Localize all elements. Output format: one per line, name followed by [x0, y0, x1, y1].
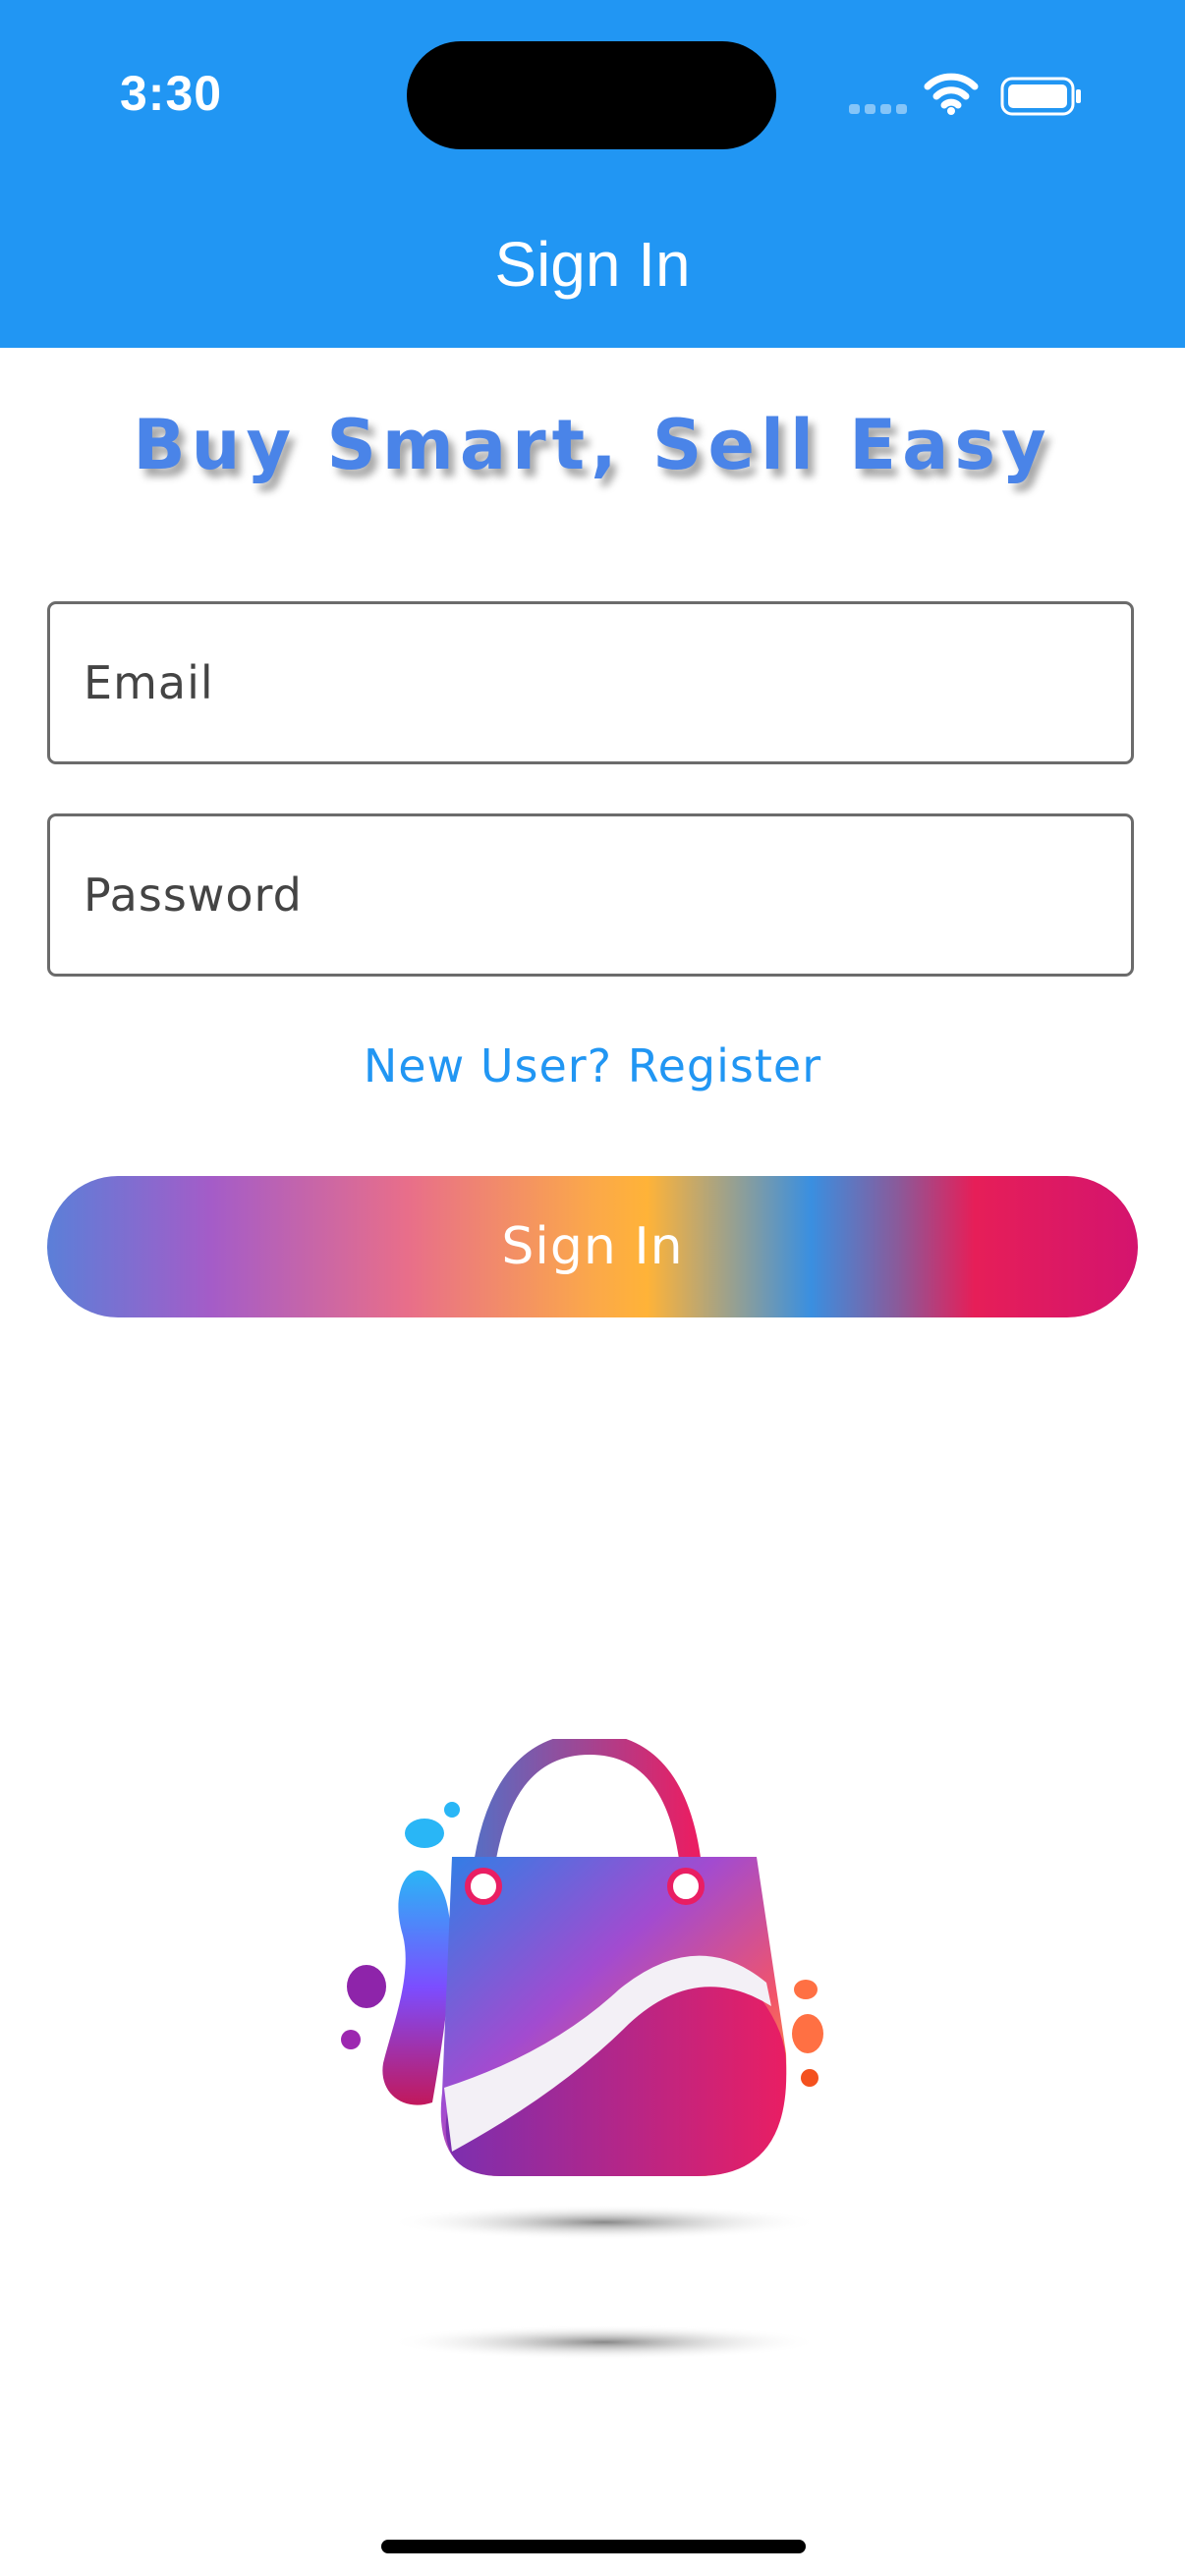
register-link[interactable]: New User? Register [0, 1039, 1185, 1092]
tagline: Buy Smart, Sell Easy [133, 405, 1052, 485]
email-field[interactable] [47, 601, 1134, 764]
status-time: 3:30 [120, 66, 223, 121]
home-indicator [381, 2540, 806, 2553]
app-bar: 3:30 Sign In [0, 0, 1185, 348]
shopping-bag-logo [341, 1739, 823, 2360]
wifi-icon [924, 73, 979, 115]
battery-icon [1000, 77, 1081, 116]
cellular-signal-icon [849, 104, 908, 114]
email-input[interactable] [50, 604, 1131, 761]
password-field[interactable] [47, 813, 1134, 977]
page-title: Sign In [494, 229, 691, 300]
password-input[interactable] [50, 816, 1131, 974]
sign-in-button[interactable]: Sign In [47, 1176, 1138, 1317]
dynamic-island [407, 41, 776, 149]
